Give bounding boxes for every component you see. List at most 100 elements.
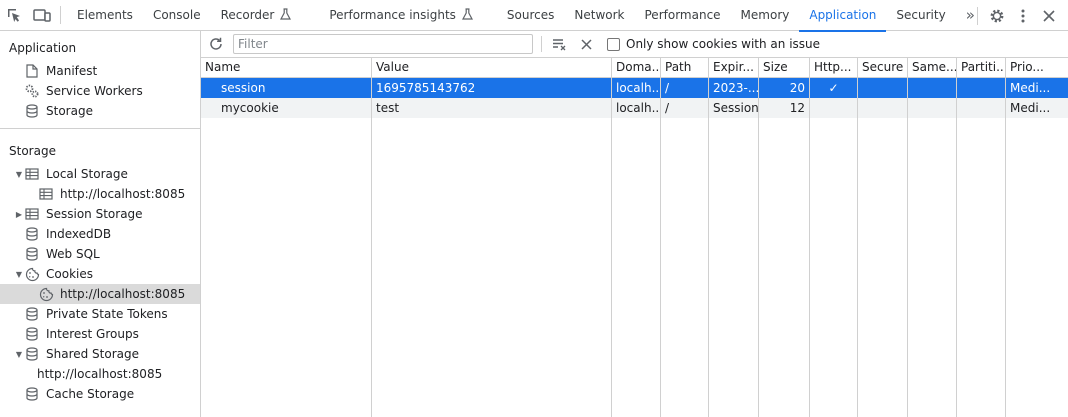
sidebar-item-local-storage[interactable]: ▼ Local Storage: [0, 164, 200, 184]
sidebar-item-cookies-origin[interactable]: http://localhost:8085: [0, 284, 200, 304]
column-divider[interactable]: [611, 58, 612, 417]
cell-priority: Medi...: [1010, 81, 1051, 95]
column-header-name[interactable]: Name: [201, 58, 371, 77]
database-icon: [24, 306, 40, 322]
device-toolbar-icon[interactable]: [28, 0, 56, 31]
database-icon: [24, 346, 40, 362]
cell-httponly-check: [810, 98, 857, 118]
sidebar-section-storage: Storage: [9, 144, 56, 158]
cell-secure: [858, 98, 907, 118]
sidebar-item-service-workers[interactable]: Service Workers: [0, 81, 200, 101]
table-row[interactable]: mycookie test localh... / Session 12 Med…: [201, 98, 1068, 118]
sidebar-item-label: Cookies: [46, 267, 93, 281]
column-divider[interactable]: [857, 58, 858, 417]
tab-elements[interactable]: Elements: [67, 0, 143, 31]
tab-label: Console: [152, 8, 201, 22]
column-divider[interactable]: [956, 58, 957, 417]
column-header-size[interactable]: Size: [759, 58, 809, 77]
column-divider[interactable]: [907, 58, 908, 417]
column-divider[interactable]: [660, 58, 661, 417]
column-header-priority[interactable]: Prio...: [1006, 58, 1068, 77]
cookie-icon: [38, 286, 54, 302]
delete-selected-icon[interactable]: [573, 31, 599, 57]
column-header-partition-key[interactable]: Partiti...: [957, 58, 1005, 77]
toolbar-divider: [977, 6, 978, 25]
sidebar-item-storage[interactable]: Storage: [0, 101, 200, 121]
database-icon: [24, 326, 40, 342]
column-divider[interactable]: [758, 58, 759, 417]
database-icon: [24, 386, 40, 402]
sidebar-item-interest-groups[interactable]: Interest Groups: [0, 324, 200, 344]
sidebar-item-label: Storage: [46, 104, 93, 118]
refresh-icon[interactable]: [203, 31, 229, 57]
cell-path: /: [665, 81, 670, 95]
clear-filtered-cookies-icon[interactable]: [547, 31, 573, 57]
tab-label: Performance insights: [329, 8, 456, 22]
cell-domain: localh...: [616, 81, 660, 95]
filter-input[interactable]: [233, 34, 533, 54]
tab-console[interactable]: Console: [143, 0, 211, 31]
sidebar-section-application: Application: [9, 41, 77, 55]
application-sidebar: Application Manifest Service Workers Sto…: [0, 31, 201, 417]
tab-application[interactable]: Application: [799, 0, 887, 32]
tab-memory[interactable]: Memory: [731, 0, 800, 31]
sidebar-divider: [0, 128, 200, 129]
column-header-httponly[interactable]: Http...: [810, 58, 857, 77]
column-divider[interactable]: [708, 58, 709, 417]
inspect-element-icon[interactable]: [0, 0, 28, 31]
tab-label: Sources: [506, 8, 555, 22]
tab-recorder[interactable]: Recorder: [211, 0, 302, 31]
database-icon: [24, 103, 40, 119]
table-header: Name Value Doma... Path Expir... Size Ht…: [201, 58, 1068, 78]
settings-gear-icon[interactable]: [984, 0, 1010, 31]
tab-label: Recorder: [220, 8, 275, 22]
sidebar-item-cache-storage[interactable]: Cache Storage: [0, 384, 200, 404]
expanded-arrow-icon[interactable]: ▼: [14, 270, 24, 279]
cell-value: test: [376, 101, 400, 115]
sidebar-item-shared-storage-origin[interactable]: http://localhost:8085: [0, 364, 200, 384]
expanded-arrow-icon[interactable]: ▼: [14, 170, 24, 179]
tab-network[interactable]: Network: [564, 0, 634, 31]
column-header-samesite[interactable]: Same...: [908, 58, 956, 77]
column-header-value[interactable]: Value: [372, 58, 611, 77]
table-row[interactable]: session 1695785143762 localh... / 2023-.…: [201, 78, 1068, 98]
cell-samesite: [908, 98, 956, 118]
column-header-path[interactable]: Path: [661, 58, 708, 77]
collapsed-arrow-icon[interactable]: ▶: [14, 210, 24, 219]
sidebar-item-cookies[interactable]: ▼ Cookies: [0, 264, 200, 284]
cookie-icon: [24, 266, 40, 282]
column-divider[interactable]: [809, 58, 810, 417]
only-issues-checkbox[interactable]: [607, 37, 620, 51]
sidebar-item-indexeddb[interactable]: IndexedDB: [0, 224, 200, 244]
column-header-secure[interactable]: Secure: [858, 58, 907, 77]
tab-security[interactable]: Security: [886, 0, 955, 31]
cell-name: mycookie: [221, 101, 279, 115]
sidebar-item-label: Shared Storage: [46, 347, 140, 361]
sidebar-item-local-storage-origin[interactable]: http://localhost:8085: [0, 184, 200, 204]
flask-icon: [280, 7, 292, 23]
sidebar-item-manifest[interactable]: Manifest: [0, 61, 200, 81]
sidebar-item-private-state-tokens[interactable]: Private State Tokens: [0, 304, 200, 324]
close-devtools-icon[interactable]: [1036, 0, 1062, 31]
tab-performance-insights[interactable]: Performance insights: [319, 0, 483, 31]
toolbar-divider: [541, 36, 542, 52]
tab-performance[interactable]: Performance: [635, 0, 731, 31]
column-divider[interactable]: [371, 58, 372, 417]
column-header-expires[interactable]: Expir...: [709, 58, 758, 77]
cell-priority: Medi...: [1010, 101, 1051, 115]
sidebar-item-shared-storage[interactable]: ▼ Shared Storage: [0, 344, 200, 364]
sidebar-item-label: Interest Groups: [46, 327, 139, 341]
column-header-domain[interactable]: Doma...: [612, 58, 660, 77]
cell-partition-key: [957, 78, 1005, 98]
tab-sources[interactable]: Sources: [497, 0, 564, 31]
sidebar-item-label: http://localhost:8085: [37, 367, 163, 381]
cell-size: 20: [789, 81, 805, 95]
sidebar-item-session-storage[interactable]: ▶ Session Storage: [0, 204, 200, 224]
cell-expires: 2023-...: [713, 81, 758, 95]
sidebar-item-web-sql[interactable]: Web SQL: [0, 244, 200, 264]
cookies-table: Name Value Doma... Path Expir... Size Ht…: [201, 58, 1068, 417]
sidebar-item-label: Web SQL: [46, 247, 100, 261]
kebab-menu-icon[interactable]: [1010, 0, 1036, 31]
expanded-arrow-icon[interactable]: ▼: [14, 350, 24, 359]
column-divider[interactable]: [1005, 58, 1006, 417]
